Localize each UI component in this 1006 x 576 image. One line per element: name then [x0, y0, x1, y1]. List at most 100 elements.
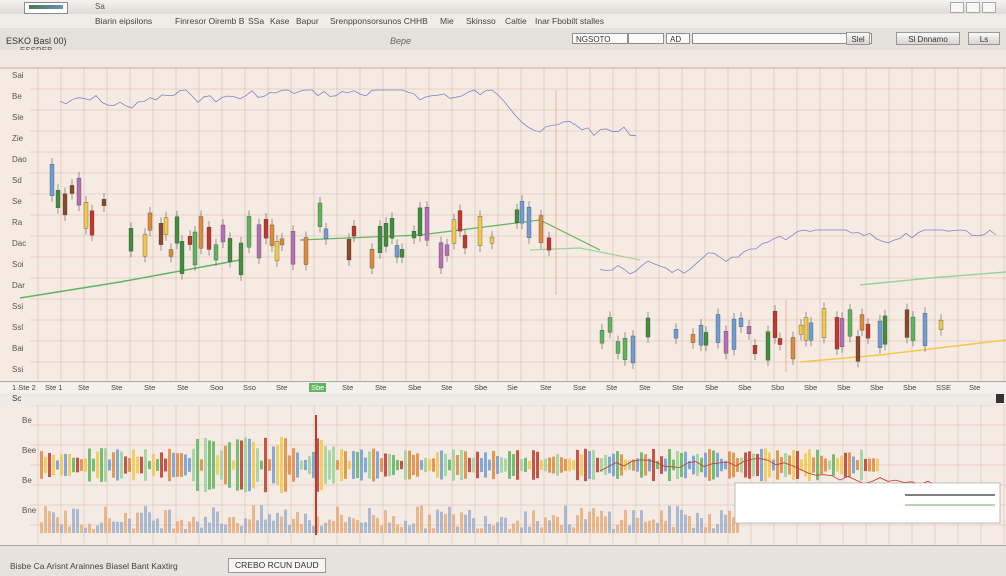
- histogram-bar: [128, 458, 131, 472]
- time-axis-label: Ste: [177, 383, 189, 392]
- price-axis-label: Be: [12, 92, 22, 101]
- menu-item-6[interactable]: Srenpponsorsunos CHHB: [330, 16, 428, 26]
- candle: [246, 216, 252, 248]
- candle: [163, 217, 169, 235]
- menu-item-3[interactable]: SSa: [248, 16, 264, 26]
- time-axis-label: Sbe: [903, 383, 917, 392]
- candle: [323, 228, 329, 240]
- histogram-bar: [836, 458, 839, 472]
- candle: [746, 326, 752, 334]
- minimize-button[interactable]: [950, 2, 964, 13]
- volume-bar: [400, 526, 403, 533]
- menu-item-10[interactable]: Inar Fbobilt stalles: [535, 16, 604, 26]
- candle: [238, 242, 244, 276]
- histogram-bar: [392, 454, 395, 476]
- histogram-bar: [168, 448, 171, 482]
- volume-bar: [608, 511, 611, 533]
- histogram-bar: [148, 460, 151, 470]
- histogram-bar: [792, 450, 795, 480]
- histogram-bar: [604, 454, 607, 476]
- volume-bar: [480, 528, 483, 533]
- status-tab[interactable]: CREBO RCUN DAUD: [228, 558, 326, 573]
- volume-bar: [416, 506, 419, 533]
- candle: [865, 323, 871, 339]
- histogram-bar: [160, 452, 163, 478]
- histogram-bar: [848, 452, 851, 478]
- histogram-bar: [612, 453, 615, 477]
- histogram-bar: [796, 451, 799, 479]
- volume-bar: [468, 509, 471, 533]
- indicator-chart-svg[interactable]: Be Bee Be Bne: [0, 405, 1006, 545]
- menu-item-5[interactable]: Bapur: [296, 16, 319, 26]
- price-chart-svg[interactable]: Sai Be Sie Zie Dao Sd Se Ra Dac Soi Dar Ssi Ssl Bai Ss…: [0, 50, 1006, 381]
- candle: [128, 228, 134, 252]
- menu-item-9[interactable]: Caltie: [505, 16, 527, 26]
- price-chart-panel[interactable]: Sai Be Sie Zie Dao Sd Se Ra Dac Soi Dar Ssi Ssl Bai Ss…: [0, 50, 1006, 381]
- volume-bar: [704, 527, 707, 533]
- candle: [377, 225, 383, 254]
- volume-bar: [516, 520, 519, 533]
- volume-bar: [120, 521, 123, 533]
- volume-bar: [616, 524, 619, 533]
- layout-dropdown[interactable]: Sl Dnnamo: [896, 32, 960, 45]
- volume-bar: [712, 528, 715, 533]
- volume-bar: [680, 509, 683, 533]
- histogram-bar: [48, 452, 51, 478]
- volume-bar: [140, 512, 143, 533]
- volume-bar: [168, 509, 171, 533]
- volume-bar: [360, 522, 363, 533]
- last-button[interactable]: Ls: [968, 32, 1000, 45]
- histogram-bar: [376, 451, 379, 479]
- histogram-bar: [472, 457, 475, 473]
- volume-bar: [716, 524, 719, 533]
- scale-button[interactable]: Slel: [846, 32, 870, 45]
- volume-bar: [724, 514, 727, 533]
- volume-bar: [100, 522, 103, 533]
- volume-bar: [188, 521, 191, 533]
- time-axis-label: Sie: [507, 383, 518, 392]
- menu-item-7[interactable]: Mie: [440, 16, 454, 26]
- menu-item-8[interactable]: Skinsso: [466, 16, 496, 26]
- histogram-bar: [416, 453, 419, 477]
- histogram-bar: [872, 458, 875, 472]
- volume-bar: [264, 519, 267, 533]
- menu-item-4[interactable]: Kase: [270, 16, 289, 26]
- histogram-bar: [120, 451, 123, 479]
- volume-bar: [288, 525, 291, 533]
- histogram-bar: [560, 457, 563, 473]
- candle: [798, 324, 804, 335]
- histogram-bar: [100, 448, 103, 482]
- histogram-bar: [440, 450, 443, 480]
- time-axis-label: Ste: [144, 383, 156, 392]
- volume-bar: [492, 525, 495, 533]
- histogram-bar: [200, 459, 203, 471]
- indicator-panel[interactable]: Be Bee Be Bne: [0, 405, 1006, 545]
- indicator-marks: [40, 415, 1001, 535]
- volume-bar: [708, 514, 711, 533]
- histogram-bar: [224, 445, 227, 485]
- volume-bar: [232, 516, 235, 533]
- search-input[interactable]: [692, 33, 872, 44]
- volume-bar: [304, 513, 307, 533]
- volume-bar: [276, 512, 279, 533]
- interval-input[interactable]: AD: [666, 33, 690, 44]
- volume-bar: [664, 520, 667, 533]
- histogram-bar: [272, 446, 275, 484]
- histogram-bar: [360, 449, 363, 481]
- volume-bar: [624, 509, 627, 533]
- volume-bar: [64, 510, 67, 533]
- histogram-bar: [676, 450, 679, 480]
- maximize-button[interactable]: [966, 2, 980, 13]
- volume-bar: [96, 525, 99, 533]
- volume-bar: [512, 523, 515, 533]
- candle: [174, 216, 180, 244]
- menu-item-1[interactable]: Biarin eipsilons: [95, 16, 152, 26]
- time-axis-label: SSE: [936, 383, 952, 392]
- close-button[interactable]: [982, 2, 996, 13]
- candle: [168, 249, 174, 257]
- price-axis-label: Sie: [12, 113, 24, 122]
- volume-bar: [448, 506, 451, 533]
- menu-item-2[interactable]: Finresor Oiremb B: [175, 16, 244, 26]
- pane-close-icon[interactable]: [996, 394, 1004, 403]
- symbol-input[interactable]: [628, 33, 664, 44]
